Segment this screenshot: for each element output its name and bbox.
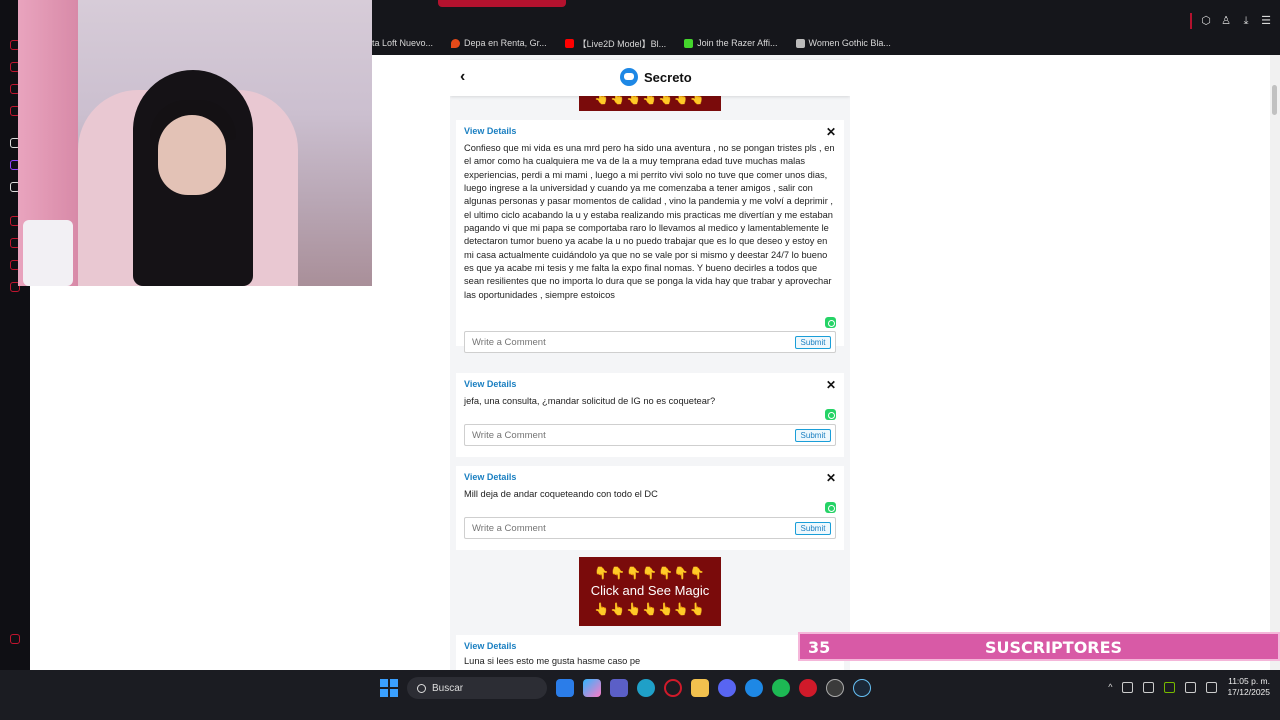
nvidia-icon[interactable] xyxy=(1164,681,1176,693)
spotify-icon[interactable] xyxy=(772,679,790,697)
taskbar-search[interactable]: Buscar xyxy=(407,677,547,699)
toolbar-separator xyxy=(1190,13,1192,29)
webcam-face xyxy=(158,115,226,195)
volume-icon[interactable] xyxy=(1206,681,1218,693)
store-icon[interactable] xyxy=(556,679,574,697)
submit-button[interactable]: Submit xyxy=(795,336,831,349)
bookmark-item[interactable]: Women Gothic Bla... xyxy=(795,36,891,50)
extensions-icon[interactable]: ⬡ xyxy=(1200,15,1212,27)
page-scrollbar[interactable] xyxy=(1270,55,1280,670)
app-header: ‹ Secreto xyxy=(450,60,850,96)
page-title: Secreto xyxy=(620,68,692,86)
feed-column: ‹ Secreto 👆👆👆👆👆👆👆 View Details ✕ Confies… xyxy=(450,55,850,670)
post-card: View Details Luna si lees esto me gusta … xyxy=(456,635,844,670)
post-card: View Details ✕ Mill deja de andar coquet… xyxy=(456,466,844,550)
obs-icon[interactable] xyxy=(826,679,844,697)
whatsapp-icon[interactable] xyxy=(825,502,836,513)
more-icon[interactable] xyxy=(10,656,20,666)
close-icon[interactable]: ✕ xyxy=(826,379,836,391)
scrollbar-thumb[interactable] xyxy=(1272,85,1277,115)
windows-start-icon[interactable] xyxy=(380,679,398,697)
edge-icon[interactable] xyxy=(637,679,655,697)
chevron-up-icon[interactable]: ^ xyxy=(1108,682,1112,692)
youtube-icon xyxy=(564,38,574,48)
subscriber-label: SUSCRIPTORES xyxy=(985,638,1123,657)
bookmark-label: Depa en Renta, Gr... xyxy=(464,38,547,48)
view-details-link[interactable]: View Details xyxy=(464,379,516,389)
razer-icon xyxy=(684,38,694,48)
post-text: jefa, una consulta, ¿mandar solicitud de… xyxy=(464,396,716,406)
bookmark-label: Women Gothic Bla... xyxy=(808,38,891,48)
steam-icon[interactable] xyxy=(853,679,871,697)
whatsapp-icon[interactable] xyxy=(825,317,836,328)
profile-icon[interactable]: ♙ xyxy=(1220,15,1232,27)
ad-emojis: 👆👆👆👆👆👆👆 xyxy=(594,602,706,616)
view-details-link[interactable]: View Details xyxy=(464,472,516,482)
download-icon[interactable]: ⤓ xyxy=(1240,15,1252,27)
system-clock[interactable]: 11:05 p. m. 17/12/2025 xyxy=(1227,676,1270,698)
submit-button[interactable]: Submit xyxy=(795,522,831,535)
chat-bubble-icon xyxy=(620,68,638,86)
ad-emojis: 👇👇👇👇👇👇👇 xyxy=(594,566,706,580)
clock-date: 17/12/2025 xyxy=(1227,687,1270,697)
comment-input[interactable] xyxy=(472,337,772,348)
bookmark-label: ta Loft Nuevo... xyxy=(372,38,434,48)
post-text: Confieso que mi vida es una mrd pero ha … xyxy=(464,143,835,300)
post-card: View Details ✕ jefa, una consulta, ¿mand… xyxy=(456,373,844,457)
system-tray: ^ 11:05 p. m. 17/12/2025 xyxy=(1108,676,1270,698)
teams-icon[interactable] xyxy=(610,679,628,697)
bookmark-item[interactable]: Depa en Renta, Gr... xyxy=(451,36,547,50)
post-card: View Details ✕ Confieso que mi vida es u… xyxy=(456,120,844,353)
webcam-lamp xyxy=(23,220,73,286)
search-icon xyxy=(417,683,426,693)
browser-toolbar: ⬡ ♙ ⤓ ☰ xyxy=(1190,13,1272,29)
screen: ⬡ ♙ ⤓ ☰ ta Loft Nuevo... Depa en Renta, … xyxy=(0,0,1280,720)
clock-time: 11:05 p. m. xyxy=(1228,676,1270,686)
bookmark-item[interactable]: 【Live2D Model】Bl... xyxy=(564,36,667,50)
post-text: Luna si lees esto me gusta hasme caso pe xyxy=(464,656,641,666)
menu-icon[interactable]: ☰ xyxy=(1260,15,1272,27)
comment-field[interactable]: Submit xyxy=(464,424,836,446)
taskbar-apps: Buscar xyxy=(380,677,871,699)
folder-icon[interactable] xyxy=(691,679,709,697)
cloud-icon[interactable] xyxy=(1143,681,1155,693)
bookmarks-bar: ta Loft Nuevo... Depa en Renta, Gr... 【L… xyxy=(372,36,891,50)
link-icon xyxy=(795,38,805,48)
close-icon[interactable]: ✕ xyxy=(826,126,836,138)
view-details-link[interactable]: View Details xyxy=(464,126,516,136)
ad-text: Click and See Magic xyxy=(590,583,710,598)
comment-input[interactable] xyxy=(472,523,772,534)
location-pin-icon xyxy=(451,38,461,48)
discord-icon[interactable] xyxy=(718,679,736,697)
subscriber-count: 35 xyxy=(808,638,831,657)
page-title-text: Secreto xyxy=(644,69,692,85)
whatsapp-icon[interactable] xyxy=(825,409,836,420)
webcam-overlay xyxy=(18,0,372,286)
opera-gx-icon[interactable] xyxy=(799,679,817,697)
gx-icon[interactable] xyxy=(10,634,20,644)
comment-field[interactable]: Submit xyxy=(464,331,836,353)
bookmark-label: Join the Razer Affi... xyxy=(697,38,778,48)
back-arrow-icon[interactable]: ‹ xyxy=(460,68,474,86)
view-details-link[interactable]: View Details xyxy=(464,641,516,651)
magic-ad-banner[interactable]: 👇👇👇👇👇👇👇 Click and See Magic 👆👆👆👆👆👆👆 xyxy=(579,557,721,626)
close-icon[interactable]: ✕ xyxy=(826,472,836,484)
tray-app-icon[interactable] xyxy=(1122,681,1134,693)
opera-icon[interactable] xyxy=(664,679,682,697)
bookmark-item[interactable]: ta Loft Nuevo... xyxy=(372,36,433,50)
search-label: Buscar xyxy=(432,682,464,694)
active-tab[interactable] xyxy=(438,0,566,7)
app-icon[interactable] xyxy=(745,679,763,697)
bookmark-label: 【Live2D Model】Bl... xyxy=(577,38,667,49)
monitor-icon[interactable] xyxy=(1185,681,1197,693)
submit-button[interactable]: Submit xyxy=(795,429,831,442)
comment-field[interactable]: Submit xyxy=(464,517,836,539)
subscriber-overlay: 35 SUSCRIPTORES xyxy=(798,632,1280,661)
copilot-icon[interactable] xyxy=(583,679,601,697)
comment-input[interactable] xyxy=(472,430,772,441)
bookmark-item[interactable]: Join the Razer Affi... xyxy=(684,36,778,50)
post-text: Mill deja de andar coqueteando con todo … xyxy=(464,489,658,499)
